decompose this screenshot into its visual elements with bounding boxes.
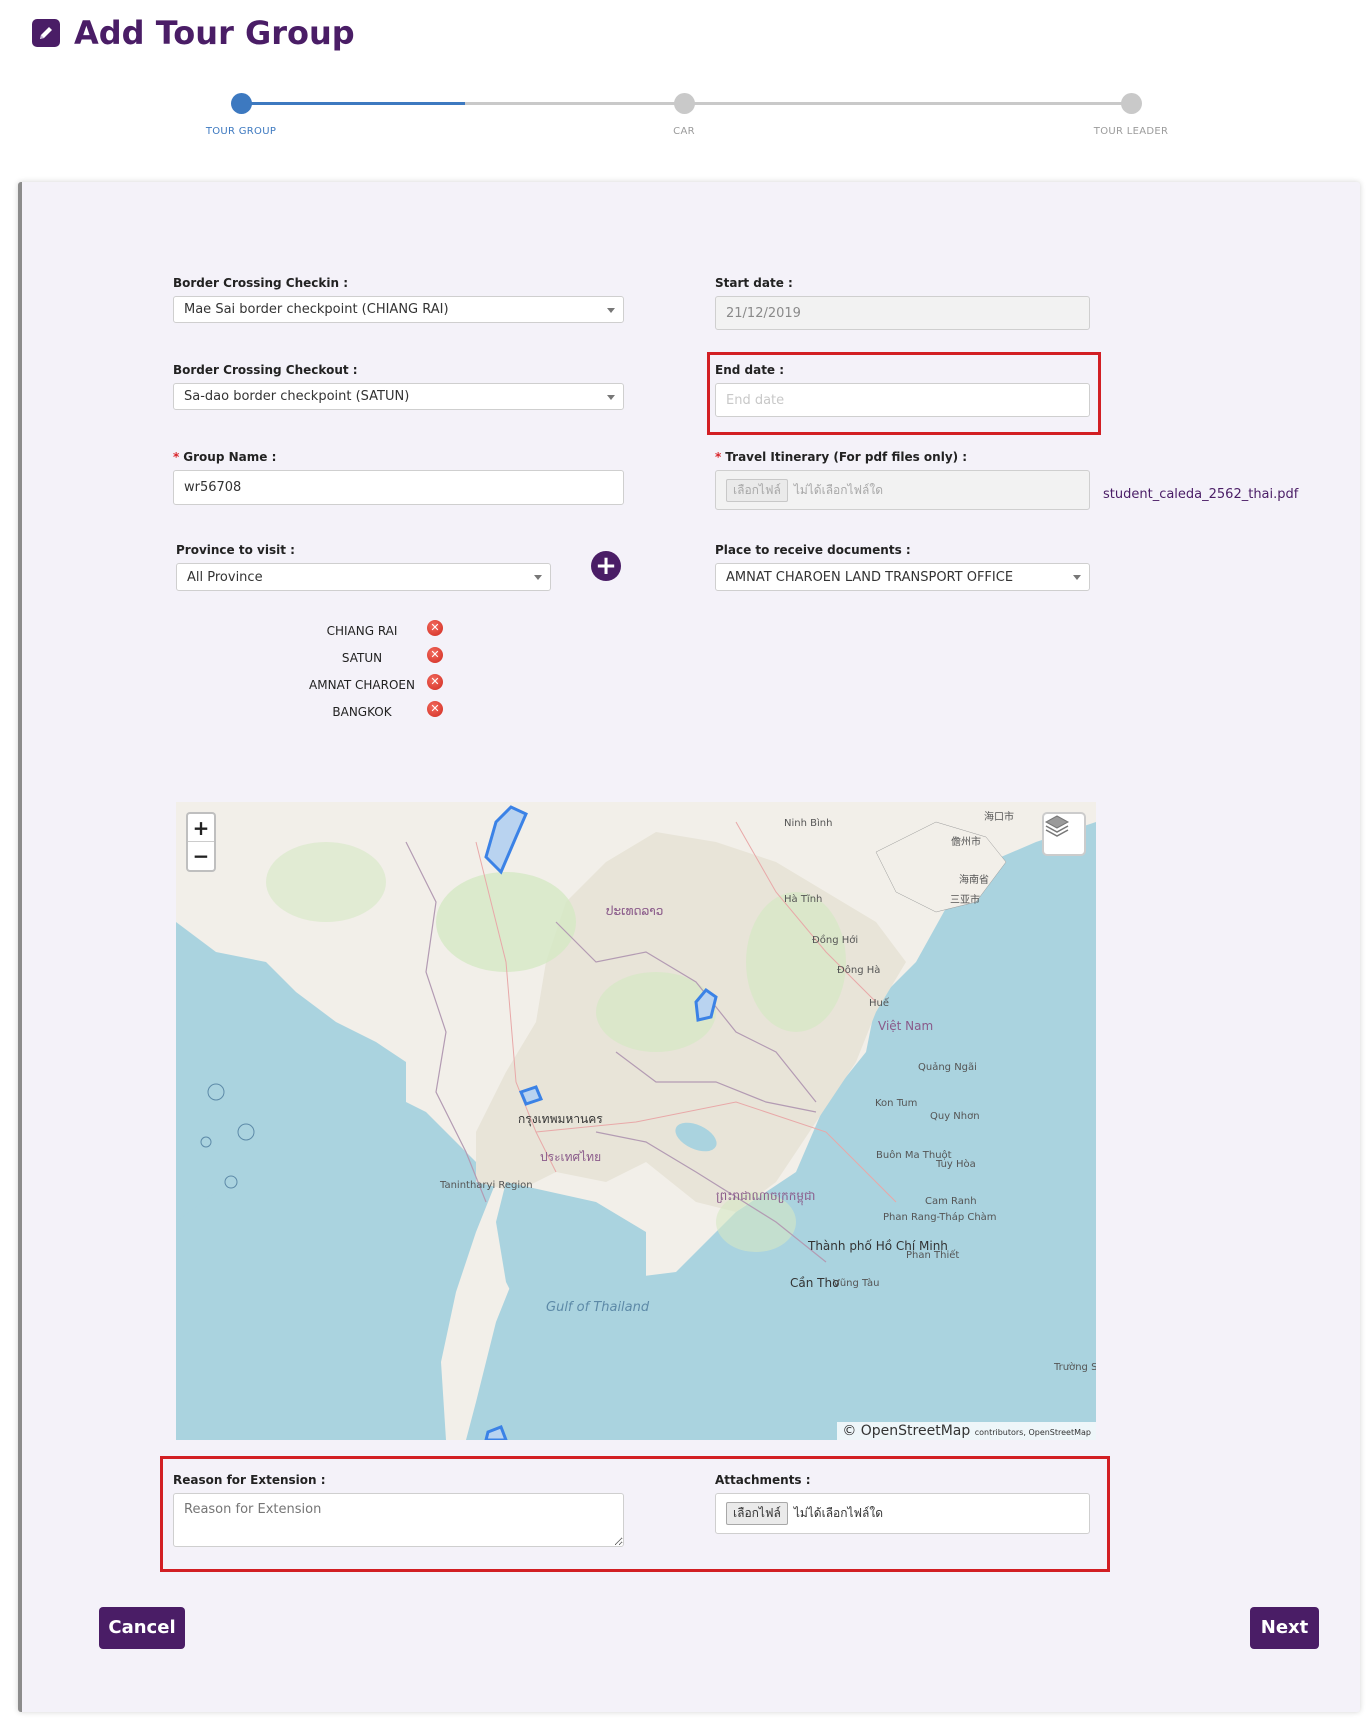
province-item: AMNAT CHAROEN	[309, 678, 415, 692]
attribution-small[interactable]: contributors, OpenStreetMap	[975, 1428, 1091, 1437]
map-label-laos: ປະເທດລາວ	[606, 904, 664, 918]
map-label-vietnam: Việt Nam	[878, 1019, 934, 1033]
itinerary-file-link[interactable]: student_caleda_2562_thai.pdf	[1103, 487, 1298, 502]
checkout-select[interactable]: Sa-dao border checkpoint (SATUN)	[173, 383, 624, 410]
place-label: Place to receive documents :	[715, 543, 911, 557]
add-province-button[interactable]: +	[591, 551, 621, 581]
plus-icon: +	[595, 551, 617, 581]
map-label-tuy-hoa: Tuy Hòa	[936, 1159, 976, 1170]
remove-province-icon[interactable]: ✕	[427, 674, 443, 690]
attribution-main[interactable]: © OpenStreetMap	[842, 1423, 970, 1439]
map-label-ha-tinh: Hà Tĩnh	[784, 894, 823, 905]
map-label-ninh-binh: Ninh Bình	[784, 818, 833, 829]
next-button[interactable]: Next	[1250, 1607, 1319, 1649]
start-date-value: 21/12/2019	[726, 305, 801, 321]
itinerary-file-input: เลือกไฟล์ ไม่ได้เลือกไฟล์ใด	[715, 470, 1090, 510]
province-item: BANGKOK	[332, 705, 392, 719]
map-zoom-control: + −	[186, 812, 216, 872]
checkin-select[interactable]: Mae Sai border checkpoint (CHIANG RAI)	[173, 296, 624, 323]
map-label-vung-tau: Vũng Tàu	[833, 1278, 880, 1289]
province-item: CHIANG RAI	[326, 624, 398, 638]
map-label-tanintharyi: Tanintharyi Region	[440, 1180, 533, 1191]
map-label-cam-ranh: Cam Ranh	[925, 1196, 977, 1207]
step-label-car: CAR	[673, 126, 695, 137]
step-dot-car[interactable]	[674, 93, 695, 114]
map-label-phan-thiet: Phan Thiết	[906, 1250, 960, 1261]
required-marker: *	[173, 450, 180, 464]
map-label-quy-nhon: Quy Nhơn	[930, 1111, 980, 1122]
itinerary-choose-file-button: เลือกไฟล์	[726, 478, 788, 502]
map-label-kon-tum: Kon Tum	[875, 1098, 918, 1109]
province-select-value: All Province	[187, 569, 263, 585]
start-date-input: 21/12/2019	[715, 296, 1090, 330]
map-label-cambodia: ព្រះរាជាណាចក្រកម្ពុជា	[716, 1189, 816, 1203]
required-marker: *	[715, 450, 722, 464]
satun-highlight	[484, 1425, 508, 1440]
province-label: Province to visit :	[176, 543, 295, 557]
progress-stepper: TOUR GROUP CAR TOUR LEADER	[0, 0, 1370, 150]
map-label-hainan: 海南省	[959, 875, 989, 886]
province-select[interactable]: All Province	[176, 563, 551, 591]
itinerary-label: * Travel Itinerary (For pdf files only) :	[715, 450, 967, 464]
step-dot-tour-leader[interactable]	[1121, 93, 1142, 114]
group-name-label: * Group Name :	[173, 450, 276, 464]
map-label-haikou: 海口市	[984, 812, 1014, 823]
checkout-select-value: Sa-dao border checkpoint (SATUN)	[184, 389, 410, 404]
map-label-gulf: Gulf of Thailand	[546, 1300, 650, 1315]
place-select[interactable]: AMNAT CHAROEN LAND TRANSPORT OFFICE	[715, 563, 1090, 591]
map-label-danzhou: 儋州市	[951, 837, 981, 848]
remove-province-icon[interactable]: ✕	[427, 620, 443, 636]
checkout-label: Border Crossing Checkout :	[173, 363, 358, 377]
group-name-label-text: Group Name :	[183, 450, 277, 464]
layers-icon	[1044, 815, 1070, 837]
stepper-progress	[241, 102, 465, 105]
layers-button[interactable]	[1042, 812, 1086, 856]
itinerary-file-status: ไม่ได้เลือกไฟล์ใด	[793, 482, 884, 497]
map-label-sanya: 三亚市	[950, 895, 980, 906]
end-date-highlight	[707, 352, 1101, 435]
checkin-label: Border Crossing Checkin :	[173, 276, 349, 290]
cancel-button[interactable]: Cancel	[99, 1607, 185, 1649]
map-label-dong-ha: Đông Hà	[837, 965, 881, 976]
step-label-tour-leader: TOUR LEADER	[1093, 126, 1169, 137]
map-label-hue: Huế	[869, 998, 890, 1009]
step-dot-tour-group[interactable]	[231, 93, 252, 114]
map-label-phan-rang: Phan Rang-Tháp Chàm	[883, 1212, 997, 1223]
map-label-quang-ngai: Quảng Ngãi	[918, 1062, 977, 1073]
zoom-in-button[interactable]: +	[188, 814, 214, 842]
map-label-bangkok: กรุงเทพมหานคร	[518, 1112, 603, 1126]
checkin-select-value: Mae Sai border checkpoint (CHIANG RAI)	[184, 302, 449, 317]
step-label-tour-group: TOUR GROUP	[205, 126, 277, 137]
bangkok-highlight	[518, 1085, 544, 1106]
itinerary-label-text: Travel Itinerary (For pdf files only) :	[725, 450, 968, 464]
place-select-value: AMNAT CHAROEN LAND TRANSPORT OFFICE	[726, 569, 1014, 585]
map-label-thailand: ประเทศไทย	[540, 1150, 602, 1164]
province-map[interactable]: Gulf of Thailand Việt Nam ประเทศไทย ປະເທ…	[176, 802, 1096, 1440]
group-name-input[interactable]: wr56708	[173, 470, 624, 505]
province-item: SATUN	[341, 651, 383, 665]
zoom-out-button[interactable]: −	[188, 842, 214, 870]
map-attribution: © OpenStreetMap contributors, OpenStreet…	[837, 1422, 1096, 1440]
start-date-label: Start date :	[715, 276, 793, 290]
remove-province-icon[interactable]: ✕	[427, 647, 443, 663]
map-label-dong-hoi: Đồng Hới	[812, 935, 859, 946]
map-label-truong-sa: Trường Sa	[1054, 1362, 1096, 1373]
extension-highlight	[160, 1456, 1110, 1572]
remove-province-icon[interactable]: ✕	[427, 701, 443, 717]
group-name-value: wr56708	[184, 480, 242, 495]
